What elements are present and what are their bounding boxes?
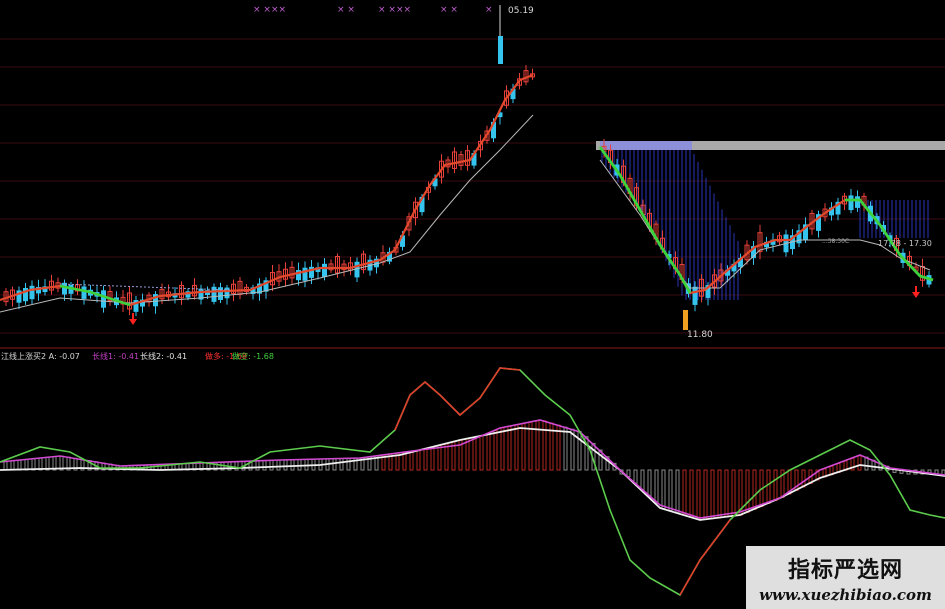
histogram-bar [269,459,274,471]
histogram-bar [801,469,806,488]
candle-body [29,285,35,300]
histogram-bar [563,426,568,471]
histogram-bar [766,469,771,505]
legend-series-3-name: 做多: [205,351,224,361]
histogram-bar [262,460,267,471]
legend-series-4-name: 做空: [232,351,251,361]
candle-body [322,263,327,278]
histogram-bar [661,469,666,510]
top-marker-5: × [485,5,493,15]
histogram-bar [290,459,295,471]
fast-line-up [394,367,521,431]
candle-body [848,195,854,211]
histogram-bar [332,458,337,471]
histogram-bar [773,469,778,502]
legend-series-2-name: 长线2: [140,351,164,361]
watermark: 指标严选网 www.xuezhibiao.com [746,546,945,609]
histogram-bar [17,459,22,471]
histogram-bar [486,433,491,471]
peak-price-label: 05.19 [508,6,534,16]
histogram-bar [346,457,351,471]
histogram-bar [437,445,442,471]
stock-chart: 05.19 11.80 17.78 - 17.30 ...38.30C × ××… [0,5,945,597]
low-candle [683,310,688,330]
histogram-bar [465,438,470,471]
histogram-bar [542,420,547,471]
legend-series-1-value: -0.41 [118,352,139,361]
histogram-bar [479,435,484,471]
histogram-bar [3,461,8,471]
watermark-title: 指标严选网 [787,558,903,583]
histogram-bar [10,460,15,471]
histogram-bar [514,424,519,471]
watermark-url: www.xuezhibiao.com [759,586,932,604]
top-marker-2: × × [337,5,355,15]
histogram-bar [745,469,750,513]
histogram-bar [703,469,708,520]
chart-labels: 05.19 11.80 17.78 - 17.30 ...38.30C × ××… [1,5,932,361]
candle-body [855,196,860,208]
peak-candle [498,36,503,64]
histogram-bar [647,469,652,498]
low-price-label: 11.80 [687,330,713,340]
range-label: 17.78 - 17.30 [878,239,932,248]
histogram-bar [521,423,526,471]
indicator-legend: 江线上涨买2 A: -0.07 长线1: -0.41 长线2: -0.41 做多… [1,351,274,361]
candle-body [81,286,87,299]
candle-body [62,282,67,295]
top-marker-4: × × [440,5,458,15]
fast-line-up-2 [679,519,731,596]
trend-line-left [0,73,534,307]
histogram-bar [423,448,428,471]
histogram-bar [857,455,862,471]
legend-series-1-name: 长线1: [92,351,116,361]
histogram-bar [472,436,477,471]
histogram-bar [689,469,694,518]
candle-body [101,290,106,308]
histogram-bar [640,469,645,491]
trend-band [596,141,945,300]
top-marker-1: × ××× [253,5,286,15]
histogram-bar [731,469,736,517]
histogram-bar [409,450,414,471]
buy-arrow-2 [912,286,920,298]
histogram-bar [675,469,680,514]
volume-tag: ...38.30C [822,238,849,245]
moving-average-lines [0,73,934,313]
band-top-highlight [600,141,692,150]
legend-name-value: 江线上涨买2 A: -0.07 [1,351,80,361]
histogram-bar [430,446,435,471]
histogram-bar [507,425,512,471]
histogram-bar [500,427,505,471]
histogram-bar [493,430,498,471]
legend-series-4-value: -1.68 [253,352,274,361]
histogram-bar [752,469,757,510]
histogram-bar [710,469,715,520]
candlesticks [3,5,932,330]
histogram-bar [717,469,722,519]
histogram-bar [255,460,260,471]
histogram-bar [654,469,659,504]
histogram-bar [724,469,729,518]
histogram-bar [283,459,288,471]
histogram-bar [276,459,281,471]
histogram-bar [339,458,344,471]
histogram-bar [682,469,687,516]
top-marker-3: × ××× [378,5,411,15]
histogram-bar [668,469,673,512]
histogram-bar [577,430,582,471]
histogram-bar [297,459,302,471]
histogram-bar [444,443,449,471]
histogram-bar [535,420,540,471]
legend-series-2-value: -0.41 [166,352,187,361]
histogram-bar [416,449,421,471]
histogram-bar [633,469,638,484]
candle-body [692,286,698,305]
histogram-bar [696,469,701,520]
